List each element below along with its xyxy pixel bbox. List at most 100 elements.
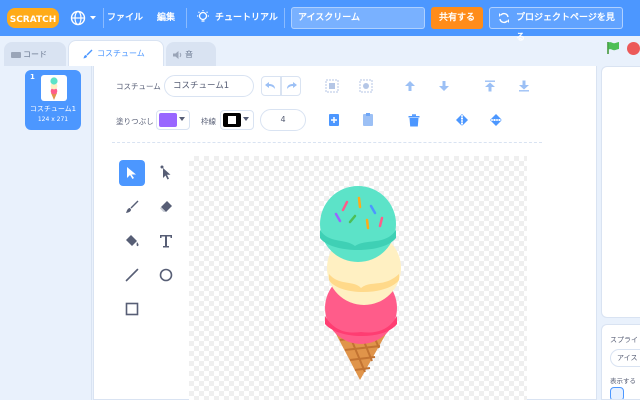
backward-button[interactable] (434, 76, 454, 96)
costume-thumbnail (41, 75, 67, 101)
sprite-name-input[interactable]: アイス (610, 349, 640, 367)
circle-icon (159, 268, 173, 282)
tab-code-label: コード (23, 50, 47, 59)
line-tool[interactable] (119, 262, 145, 288)
trash-icon (408, 113, 420, 126)
menu-divider (186, 8, 187, 28)
circle-tool[interactable] (153, 262, 179, 288)
fill-label: 塗りつぶし (116, 117, 154, 126)
eye-icon[interactable] (610, 387, 624, 399)
ungroup-button[interactable] (356, 76, 376, 96)
reshape-icon (160, 165, 171, 180)
redo-icon (287, 82, 297, 89)
arrow-down-icon (439, 81, 449, 91)
rectangle-icon (125, 302, 139, 316)
project-title-input[interactable]: アイスクリーム (291, 7, 425, 29)
brush-tool[interactable] (119, 194, 145, 220)
undo-button[interactable] (261, 76, 281, 96)
share-button[interactable]: 共有する (431, 7, 483, 29)
bring-to-front-icon (485, 80, 495, 92)
see-project-page-button[interactable]: プロジェクトページを見る (489, 7, 623, 43)
stop-button[interactable] (627, 42, 640, 55)
chevron-down-icon (243, 117, 249, 121)
tutorials-menu[interactable]: チュートリアル (215, 0, 278, 36)
outline-label: 枠線 (201, 117, 216, 126)
edit-menu[interactable]: 編集 (157, 0, 175, 36)
code-icon (11, 52, 21, 58)
menu-divider (103, 8, 104, 28)
paste-button[interactable] (358, 110, 378, 130)
costume-number: 1 (30, 73, 35, 81)
speaker-icon (173, 51, 182, 59)
copy-button[interactable] (324, 110, 344, 130)
group-button[interactable] (322, 76, 342, 96)
undo-icon (265, 82, 275, 89)
costume-size: 124 x 271 (37, 116, 69, 123)
outline-color-swatch (223, 113, 241, 127)
paste-icon (363, 113, 373, 126)
svg-text:SCRATCH: SCRATCH (10, 15, 57, 25)
tab-costumes-label: コスチューム (97, 49, 145, 58)
copy-icon (329, 114, 339, 126)
text-tool[interactable] (153, 228, 179, 254)
costume-list: 1 コスチューム1 124 x 271 (0, 66, 92, 400)
costume-item[interactable]: 1 コスチューム1 124 x 271 (25, 70, 81, 130)
forward-button[interactable] (400, 76, 420, 96)
menu-bar: SCRATCH ファイル 編集 チュートリアル アイスクリーム 共有する プロジ… (0, 0, 640, 43)
paint-bucket-icon (126, 235, 139, 247)
flip-horizontal-button[interactable] (452, 110, 472, 130)
tab-costumes[interactable]: コスチューム (68, 40, 164, 66)
reshape-tool[interactable] (153, 160, 179, 186)
group-icon (325, 79, 339, 93)
costume-name: コスチューム1 (29, 105, 77, 113)
arrow-cursor-icon (127, 167, 136, 179)
costume-name-label: コスチューム (116, 82, 161, 91)
tab-code[interactable]: コード (4, 42, 66, 66)
costume-name-input[interactable]: コスチューム1 (164, 75, 254, 97)
paint-editor: コスチューム コスチューム1 塗りつぶし 枠線 4 (93, 66, 597, 400)
file-menu[interactable]: ファイル (107, 0, 143, 36)
paintbrush-icon (83, 49, 93, 59)
fill-color-picker[interactable] (156, 110, 190, 130)
line-icon (125, 268, 139, 282)
menu-divider (284, 8, 285, 28)
rectangle-tool[interactable] (119, 296, 145, 322)
select-tool[interactable] (119, 160, 145, 186)
flip-vertical-icon (490, 114, 502, 126)
send-to-back-icon (519, 80, 529, 92)
toolbar-divider (112, 142, 542, 143)
front-button[interactable] (480, 76, 500, 96)
back-button[interactable] (514, 76, 534, 96)
show-label: 表示する (610, 377, 636, 385)
sprite-info-pane: スプライト アイス 表示する (601, 324, 640, 400)
language-menu[interactable] (70, 8, 98, 28)
project-page-icon (499, 12, 509, 24)
scratch-logo[interactable]: SCRATCH (7, 7, 59, 29)
drawing-canvas[interactable] (189, 156, 527, 400)
delete-button[interactable] (404, 110, 424, 130)
fill-tool[interactable] (119, 228, 145, 254)
outline-color-picker[interactable] (220, 110, 254, 130)
arrow-up-icon (405, 81, 415, 91)
chevron-down-icon (179, 117, 185, 121)
eraser-tool[interactable] (153, 194, 179, 220)
flip-vertical-button[interactable] (486, 110, 506, 130)
chevron-down-icon (90, 16, 96, 20)
flip-horizontal-icon (456, 114, 468, 126)
tab-sounds-label: 音 (185, 50, 193, 59)
green-flag-icon[interactable] (606, 41, 620, 55)
brush-icon (126, 200, 139, 213)
eraser-icon (160, 201, 172, 212)
globe-icon (70, 10, 86, 26)
ice-cream-drawing (320, 186, 401, 380)
tab-sounds[interactable]: 音 (166, 42, 216, 66)
ungroup-icon (359, 79, 373, 93)
outline-width-input[interactable]: 4 (260, 109, 306, 131)
lightbulb-icon[interactable] (196, 10, 210, 24)
stage-canvas[interactable] (601, 66, 640, 318)
sprite-label: スプライト (610, 336, 640, 344)
text-icon (160, 235, 172, 248)
fill-color-swatch (159, 113, 177, 127)
redo-button[interactable] (281, 76, 301, 96)
ice-cream-thumbnail-image (50, 77, 58, 100)
